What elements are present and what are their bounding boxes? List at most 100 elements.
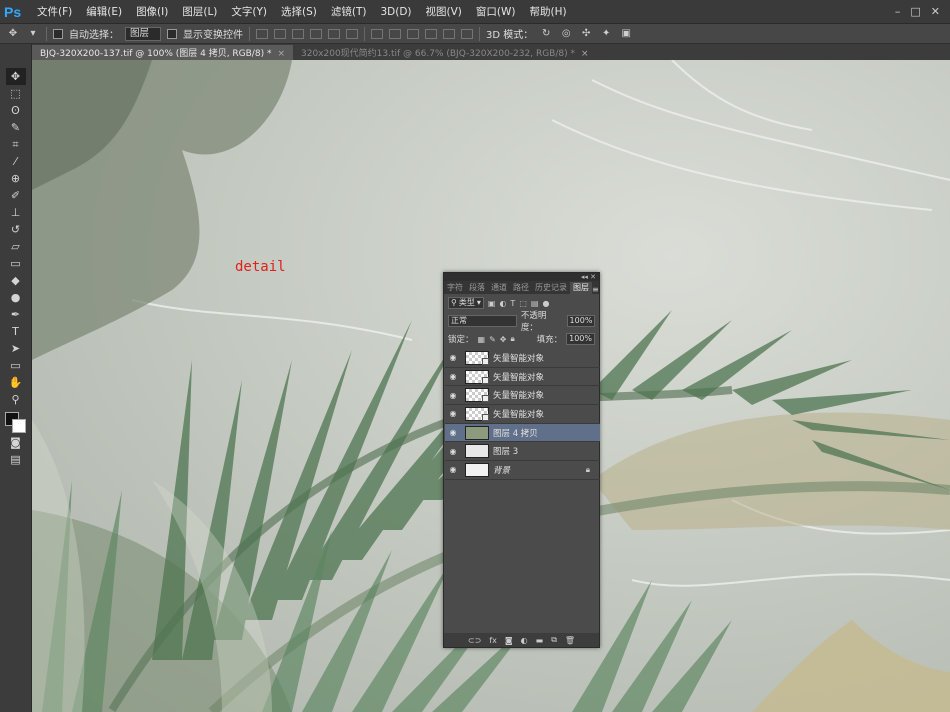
layer-row[interactable]: ◉ 矢量智能对象 [445,349,600,368]
lock-image-icon[interactable]: ✎ [489,335,496,344]
layer-row[interactable]: ◉ 矢量智能对象 [445,368,600,387]
minimize-icon[interactable]: – [895,5,901,18]
align-left-icon[interactable] [310,28,322,39]
link-icon[interactable]: ⊂⊃ [468,636,481,645]
move-tool-icon[interactable]: ✥ [6,28,20,40]
menu-layer[interactable]: 图层(L) [175,4,224,19]
eye-icon[interactable]: ◉ [445,447,461,456]
tab-history[interactable]: 历史记录 [532,282,570,294]
layer-row[interactable]: ◉ 矢量智能对象 [445,386,600,406]
align-bottom-icon[interactable] [292,28,304,39]
dodge-tool[interactable]: ● [6,289,26,306]
opacity-input[interactable]: 100% [566,315,595,327]
filter-shape-icon[interactable]: ⬚ [519,299,527,308]
menu-filter[interactable]: 滤镜(T) [324,4,374,19]
menu-view[interactable]: 视图(V) [419,4,469,19]
close-icon[interactable]: ✕ [590,273,596,281]
folder-icon[interactable]: ▬ [536,636,544,645]
menu-help[interactable]: 帮助(H) [523,4,574,19]
filter-type-icon[interactable]: T [510,299,515,308]
menu-image[interactable]: 图像(I) [129,4,175,19]
healing-tool[interactable]: ⊕ [6,170,26,187]
eye-icon[interactable]: ◉ [445,353,461,362]
filter-kind-dropdown[interactable]: ⚲ 类型 ▾ [448,297,484,309]
hand-tool[interactable]: ✋ [6,374,26,391]
3d-scale-icon[interactable]: ▣ [619,28,633,40]
quick-select-tool[interactable]: ✎ [6,119,26,136]
tab-channels[interactable]: 通道 [488,282,510,294]
layer-row-background[interactable]: ◉ 背景 🔒︎ [445,461,600,480]
screen-mode-icon[interactable]: ▤ [6,451,26,468]
lock-position-icon[interactable]: ✥ [500,335,507,344]
menu-3d[interactable]: 3D(D) [373,6,418,18]
menu-window[interactable]: 窗口(W) [469,4,523,19]
align-vcenter-icon[interactable] [274,28,286,39]
distribute-right-icon[interactable] [461,28,473,39]
show-transform-checkbox[interactable] [167,28,177,39]
crop-tool[interactable]: ⌗ [6,136,26,153]
close-icon[interactable]: ✕ [931,5,940,18]
menu-type[interactable]: 文字(Y) [224,4,274,19]
blend-mode-dropdown[interactable]: 正常 [448,315,517,327]
lock-transparent-icon[interactable]: ▦ [478,335,486,344]
eye-icon[interactable]: ◉ [445,465,461,474]
maximize-icon[interactable]: □ [910,5,920,18]
panel-title-bar[interactable]: ◂◂ ✕ [444,273,599,281]
tab-character[interactable]: 字符 [444,282,466,294]
new-layer-icon[interactable]: ⧉ [551,635,557,645]
adjustment-icon[interactable]: ◐ [521,636,528,645]
layer-row[interactable]: ◉ 图层 3 [445,442,600,462]
distribute-vcenter-icon[interactable] [389,28,401,39]
move-tool[interactable]: ✥ [5,68,26,85]
3d-pan-icon[interactable]: ✣ [579,28,593,40]
quick-mask-icon[interactable]: ◙ [6,434,26,451]
3d-slide-icon[interactable]: ✦ [599,28,613,40]
eye-icon[interactable]: ◉ [445,372,461,381]
type-tool[interactable]: T [6,323,26,340]
tab-document-2[interactable]: 320x200现代简约13.tif @ 66.7% (BJQ-320X200-2… [293,45,597,60]
path-select-tool[interactable]: ➤ [6,340,26,357]
background-color[interactable] [11,419,26,433]
tab-paragraph[interactable]: 段落 [466,282,488,294]
filter-smart-object-icon[interactable]: ▤ [531,299,539,308]
close-icon[interactable]: × [277,49,285,59]
3d-rotate-icon[interactable]: ↻ [539,28,553,40]
trash-icon[interactable]: 🗑︎ [565,636,575,645]
layer-row-selected[interactable]: ◉ 图层 4 拷贝 [445,423,600,443]
fill-input[interactable]: 100% [566,333,595,345]
chevron-down-icon[interactable]: ▾ [26,28,40,40]
auto-select-dropdown[interactable]: 图层 [125,26,161,41]
eyedropper-tool[interactable]: ⁄ [6,153,26,170]
shape-tool[interactable]: ▭ [6,357,26,374]
eye-icon[interactable]: ◉ [445,428,461,437]
lock-all-icon[interactable]: 🔒︎ [510,334,514,344]
distribute-left-icon[interactable] [425,28,437,39]
eye-icon[interactable]: ◉ [445,391,461,400]
collapse-icon[interactable]: ◂◂ [581,273,588,281]
history-brush-tool[interactable]: ↺ [6,221,26,238]
stamp-tool[interactable]: ⊥ [6,204,26,221]
panel-menu-icon[interactable]: ≡ [592,285,602,294]
distribute-top-icon[interactable] [371,28,383,39]
layer-row[interactable]: ◉ 矢量智能对象 [445,405,600,424]
zoom-tool[interactable]: ⚲ [6,391,26,408]
auto-select-checkbox[interactable] [53,28,63,39]
brush-tool[interactable]: ✐ [6,187,26,204]
filter-pixel-icon[interactable]: ▣ [488,299,496,308]
color-swatches[interactable] [4,412,27,434]
filter-adjustment-icon[interactable]: ◐ [499,299,506,308]
align-top-icon[interactable] [256,28,268,39]
eye-icon[interactable]: ◉ [445,409,461,418]
fx-icon[interactable]: fx [489,636,497,645]
blur-tool[interactable]: ◆ [6,272,26,289]
align-right-icon[interactable] [346,28,358,39]
distribute-hcenter-icon[interactable] [443,28,455,39]
3d-roll-icon[interactable]: ◎ [559,28,573,40]
menu-edit[interactable]: 编辑(E) [79,4,129,19]
distribute-bottom-icon[interactable] [407,28,419,39]
tab-paths[interactable]: 路径 [510,282,532,294]
filter-toggle-icon[interactable]: ● [542,299,549,308]
close-icon[interactable]: × [581,49,589,59]
gradient-tool[interactable]: ▭ [6,255,26,272]
menu-select[interactable]: 选择(S) [274,4,324,19]
